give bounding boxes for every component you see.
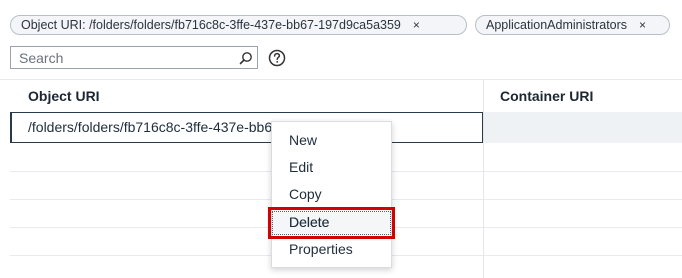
column-header-object-uri[interactable]: Object URI [28,88,100,104]
search-input[interactable] [11,47,235,68]
search-box [10,46,258,69]
context-menu: New Edit Copy Delete Properties [271,121,392,268]
filter-chip-label: Object URI: /folders/folders/fb716c8c-3f… [21,18,401,32]
filter-chip-object-uri: Object URI: /folders/folders/fb716c8c-3f… [10,15,467,35]
filter-chips: Object URI: /folders/folders/fb716c8c-3f… [10,15,670,35]
column-header-container-uri[interactable]: Container URI [500,88,593,104]
menu-item-edit[interactable]: Edit [272,154,391,180]
selected-row-container-cell[interactable] [484,112,682,143]
close-icon[interactable]: × [639,18,646,32]
column-divider [483,80,484,278]
menu-item-copy[interactable]: Copy [272,181,391,207]
search-icon[interactable] [235,47,257,68]
menu-item-delete[interactable]: Delete [272,209,391,235]
menu-item-properties[interactable]: Properties [272,236,391,262]
help-icon[interactable] [268,49,286,67]
filter-chip-role: ApplicationAdministrators × [475,15,670,35]
menu-item-new[interactable]: New [272,127,391,153]
close-icon[interactable]: × [413,18,420,32]
filter-chip-label: ApplicationAdministrators [486,18,628,32]
